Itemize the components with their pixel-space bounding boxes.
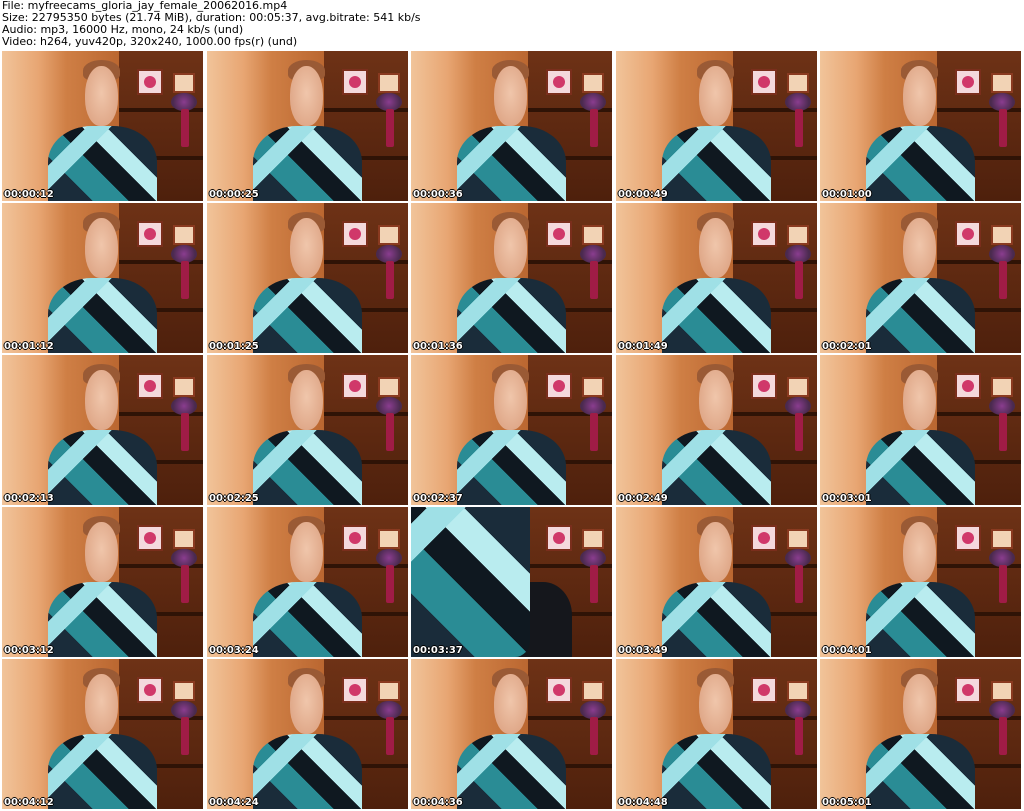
video-thumbnail: 00:01:12 [2, 203, 203, 353]
video-thumbnail: 00:00:36 [411, 51, 612, 201]
video-thumbnail: 00:00:25 [207, 51, 408, 201]
thumbnail-timestamp: 00:04:24 [209, 797, 259, 808]
video-thumbnail: 00:02:25 [207, 355, 408, 505]
thumbnail-timestamp: 00:03:12 [4, 645, 54, 656]
thumbnail-timestamp: 00:05:01 [822, 797, 872, 808]
video-thumbnail: 00:05:01 [820, 659, 1021, 809]
thumbnail-timestamp: 00:02:37 [413, 493, 463, 504]
thumbnail-timestamp: 00:03:49 [618, 645, 668, 656]
thumbnail-timestamp: 00:01:25 [209, 341, 259, 352]
thumbnail-timestamp: 00:02:25 [209, 493, 259, 504]
thumbnail-timestamp: 00:01:49 [618, 341, 668, 352]
video-thumbnail: 00:01:00 [820, 51, 1021, 201]
video-thumbnail: 00:04:12 [2, 659, 203, 809]
thumbnail-grid: 00:00:12 00:00:25 00:00:36 00:00:49 00:01:00… [2, 51, 1024, 809]
thumbnail-timestamp: 00:01:12 [4, 341, 54, 352]
thumbnail-timestamp: 00:03:37 [413, 645, 463, 656]
thumbnail-timestamp: 00:04:48 [618, 797, 668, 808]
thumbnail-timestamp: 00:00:12 [4, 189, 54, 200]
thumbnail-timestamp: 00:00:25 [209, 189, 259, 200]
video-thumbnail: 00:02:37 [411, 355, 612, 505]
video-thumbnail: 00:04:36 [411, 659, 612, 809]
video-thumbnail: 00:03:01 [820, 355, 1021, 505]
thumbnail-timestamp: 00:03:24 [209, 645, 259, 656]
thumbnail-timestamp: 00:03:01 [822, 493, 872, 504]
video-thumbnail: 00:04:48 [616, 659, 817, 809]
video-thumbnail: 00:01:25 [207, 203, 408, 353]
thumbnail-timestamp: 00:01:00 [822, 189, 872, 200]
video-thumbnail: 00:00:12 [2, 51, 203, 201]
video-thumbnail: 00:02:01 [820, 203, 1021, 353]
thumbnail-timestamp: 00:02:01 [822, 341, 872, 352]
thumbnail-timestamp: 00:01:36 [413, 341, 463, 352]
video-thumbnail: 00:04:24 [207, 659, 408, 809]
video-thumbnail: 00:03:49 [616, 507, 817, 657]
video-thumbnail: 00:01:49 [616, 203, 817, 353]
video-thumbnail: 00:03:24 [207, 507, 408, 657]
video-thumbnail: 00:03:37 [411, 507, 612, 657]
thumbnail-timestamp: 00:04:01 [822, 645, 872, 656]
thumbnail-timestamp: 00:02:13 [4, 493, 54, 504]
video-thumbnail: 00:02:13 [2, 355, 203, 505]
thumbnail-timestamp: 00:02:49 [618, 493, 668, 504]
video-info-line: Video: h264, yuv420p, 320x240, 1000.00 f… [2, 35, 298, 48]
file-info-header: File: myfreecams_gloria_jay_female_20062… [2, 0, 421, 48]
video-thumbnail: 00:00:49 [616, 51, 817, 201]
video-thumbnail: 00:01:36 [411, 203, 612, 353]
thumbnail-timestamp: 00:00:36 [413, 189, 463, 200]
video-thumbnail: 00:03:12 [2, 507, 203, 657]
thumbnail-timestamp: 00:04:12 [4, 797, 54, 808]
thumbnail-timestamp: 00:00:49 [618, 189, 668, 200]
video-thumbnail: 00:02:49 [616, 355, 817, 505]
thumbnail-timestamp: 00:04:36 [413, 797, 463, 808]
video-thumbnail: 00:04:01 [820, 507, 1021, 657]
